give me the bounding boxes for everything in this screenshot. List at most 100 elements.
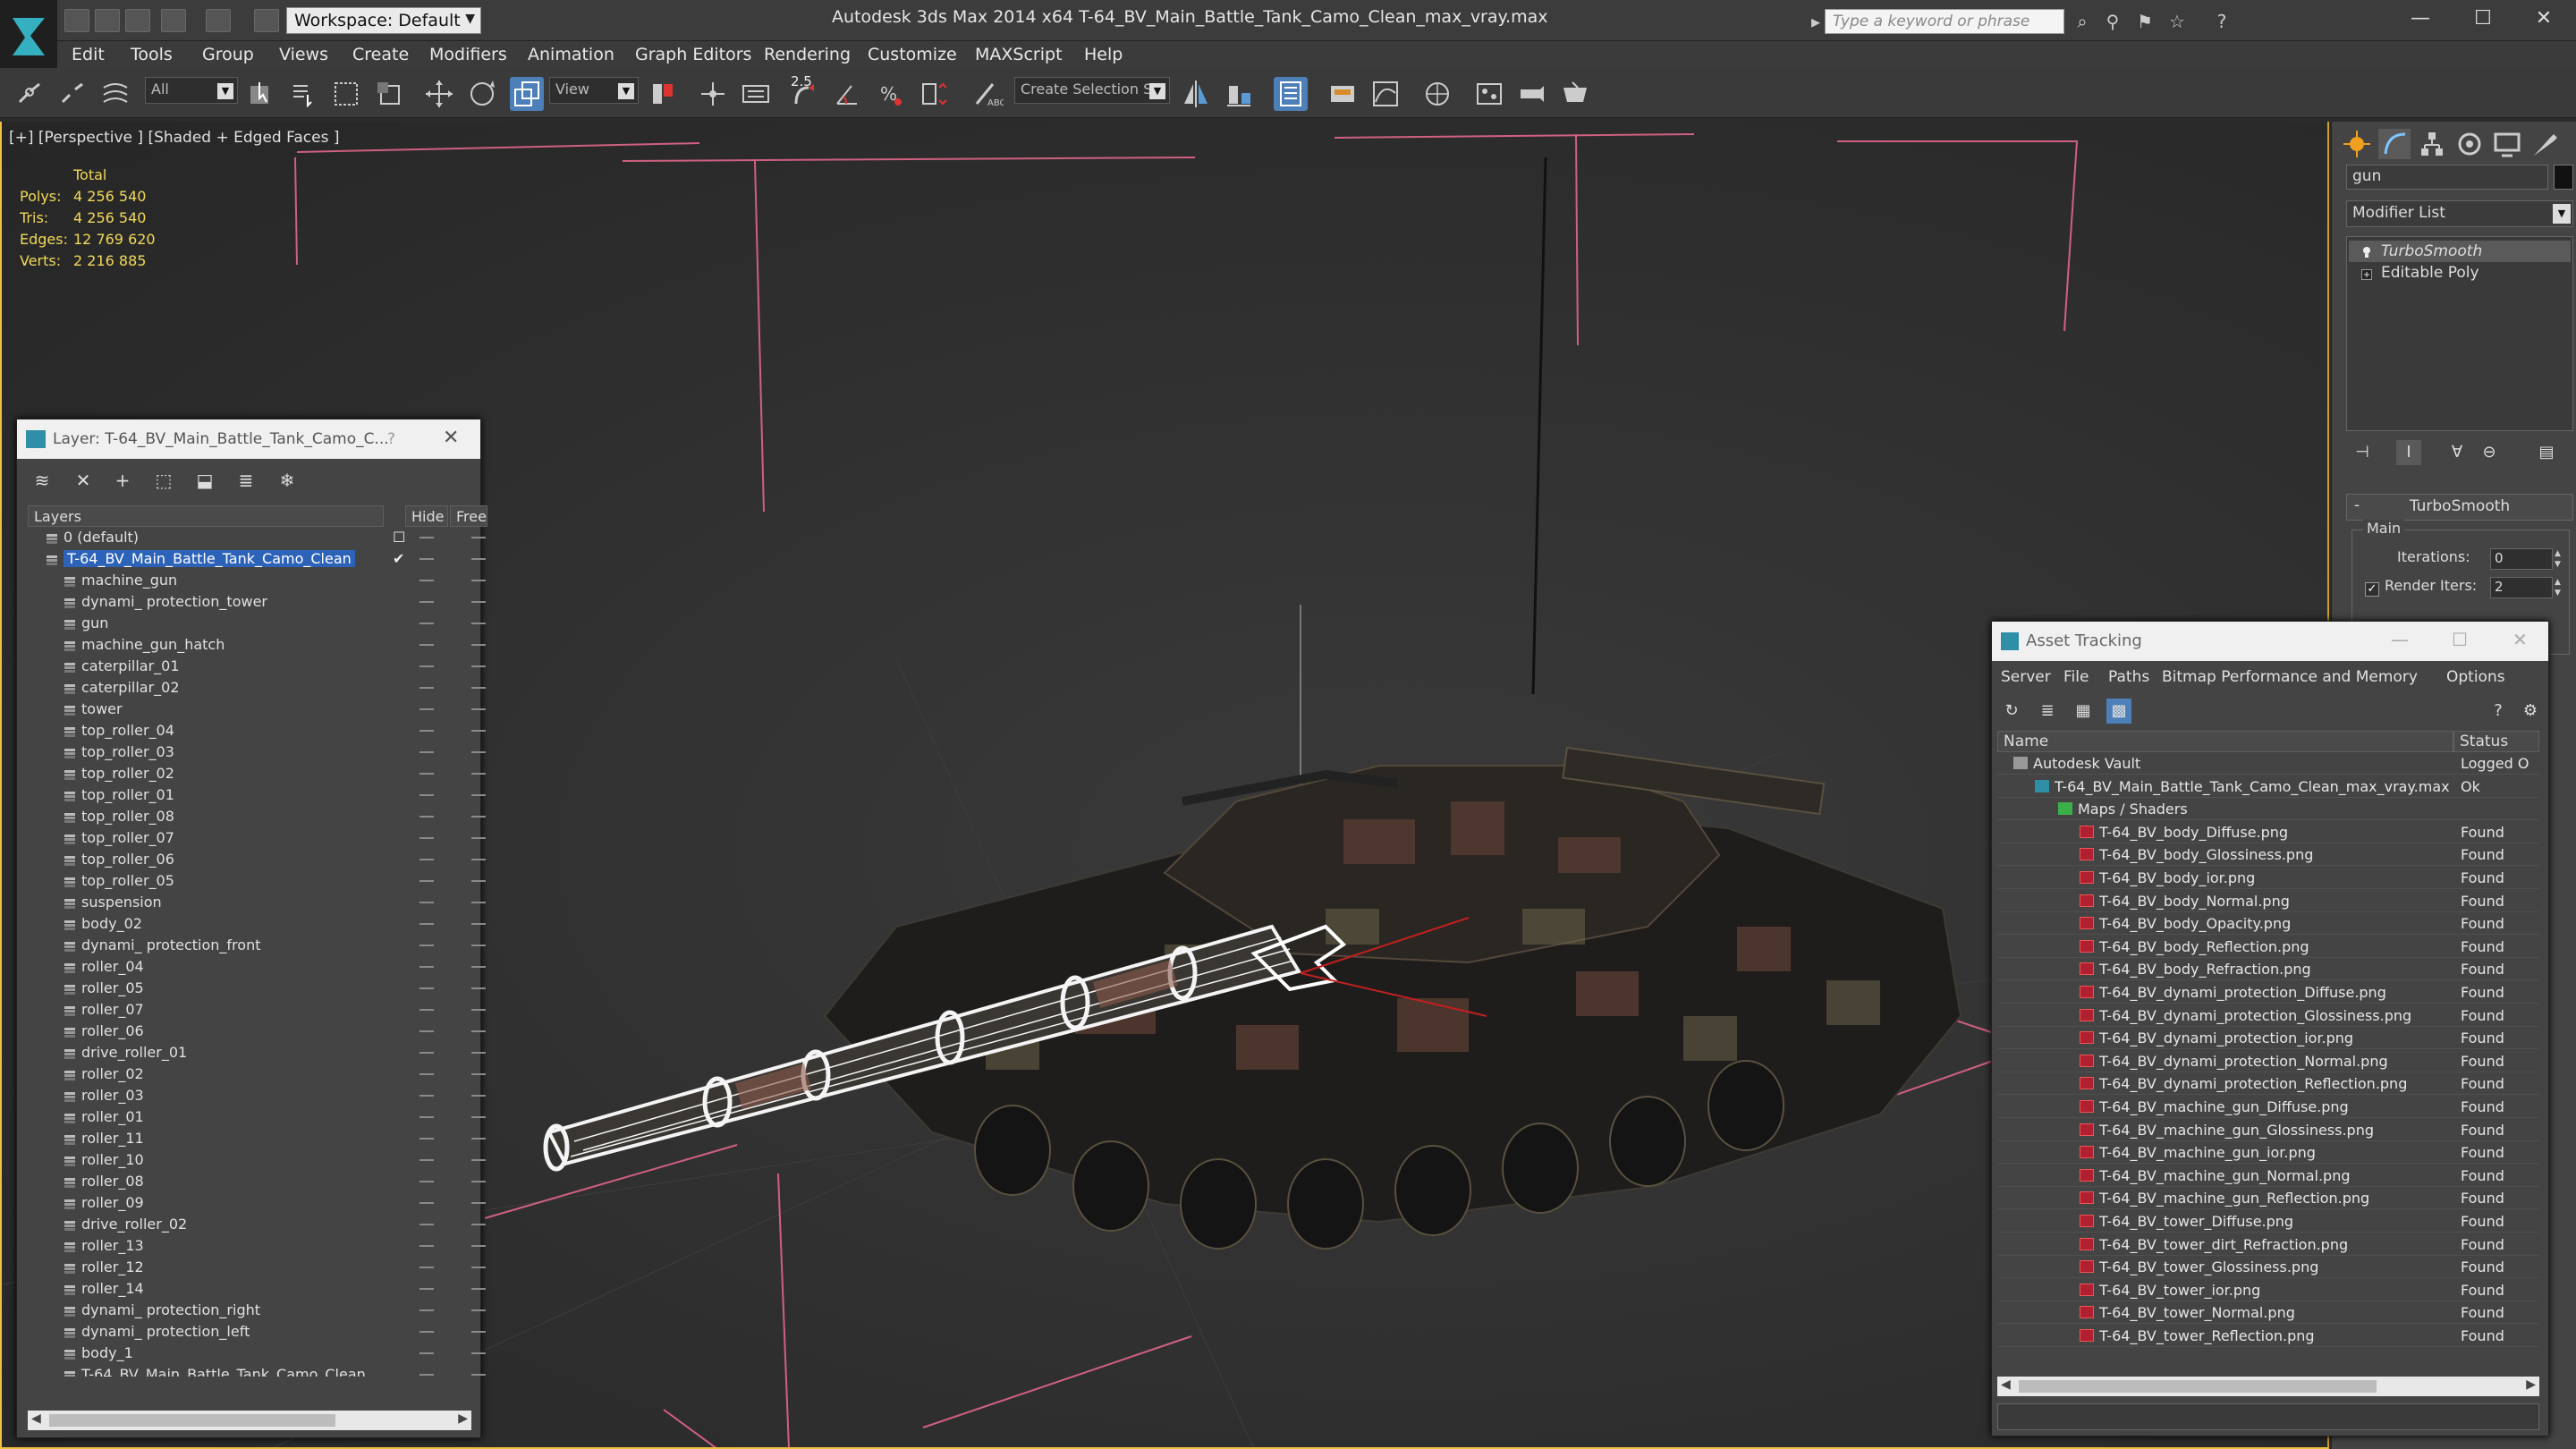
pivot-center-icon[interactable] (646, 77, 680, 111)
menu-animation[interactable]: Animation (528, 45, 614, 64)
grid-view-icon[interactable]: ▩ (2106, 699, 2131, 724)
freeze-toggle[interactable] (471, 1181, 486, 1182)
close-icon[interactable]: ✕ (2512, 629, 2528, 650)
layer-row[interactable]: gun (28, 613, 493, 634)
layer-current-box-icon[interactable]: ☐ (393, 529, 405, 546)
new-file-icon[interactable] (64, 9, 89, 32)
modify-tab-icon[interactable] (2378, 129, 2411, 159)
menu-views[interactable]: Views (279, 45, 328, 64)
hide-toggle[interactable] (419, 1181, 434, 1182)
layer-row[interactable]: dynami_ protection_right (28, 1300, 493, 1321)
freeze-toggle[interactable] (471, 859, 486, 860)
minimize-icon[interactable]: — (2390, 0, 2451, 38)
lightbulb-icon[interactable] (2361, 245, 2372, 258)
freeze-toggle[interactable] (471, 923, 486, 925)
hide-toggle[interactable] (419, 730, 434, 732)
menu-help[interactable]: Help (1084, 45, 1123, 64)
menu-create[interactable]: Create (352, 45, 409, 64)
delete-layer-icon[interactable]: ✕ (71, 468, 96, 493)
make-unique-icon[interactable]: ∀ (2445, 440, 2470, 465)
layer-row[interactable]: roller_01 (28, 1106, 493, 1128)
tank-model[interactable] (823, 746, 1962, 1250)
hide-toggle[interactable] (419, 1095, 434, 1097)
freeze-toggle[interactable] (471, 816, 486, 818)
freeze-toggle[interactable] (471, 966, 486, 968)
scroll-left-icon[interactable]: ◀ (2001, 1377, 2011, 1392)
remove-modifier-icon[interactable]: ⊖ (2477, 440, 2502, 465)
select-by-name-icon[interactable] (286, 77, 320, 111)
freeze-toggle[interactable] (471, 1309, 486, 1311)
hide-toggle[interactable] (419, 1224, 434, 1225)
layer-row[interactable]: drive_roller_02 (28, 1214, 493, 1235)
layer-row[interactable]: dynami_ protection_left (28, 1321, 493, 1343)
project-folder-icon[interactable] (254, 9, 279, 32)
mirror-icon[interactable] (1179, 77, 1213, 111)
rectangular-selection-icon[interactable] (329, 77, 363, 111)
hide-toggle[interactable] (419, 623, 434, 624)
layer-row[interactable]: roller_06 (28, 1021, 493, 1042)
undo-icon[interactable] (161, 9, 186, 32)
freeze-toggle[interactable] (471, 880, 486, 882)
scroll-right-icon[interactable]: ▶ (458, 1411, 468, 1426)
freeze-toggle[interactable] (471, 794, 486, 796)
hide-toggle[interactable] (419, 966, 434, 968)
hide-toggle[interactable] (419, 665, 434, 667)
communication-icon[interactable]: ⚑ (2134, 11, 2156, 32)
hide-toggle[interactable] (419, 816, 434, 818)
layer-panel-titlebar[interactable]: Layer: T-64_BV_Main_Battle_Tank_Camo_C..… (17, 419, 480, 459)
at-menu-bitmap-performance[interactable]: Bitmap Performance and Memory (2162, 668, 2418, 686)
hide-toggle[interactable] (419, 537, 434, 538)
hide-toggle[interactable] (419, 880, 434, 882)
highlight-selected-icon[interactable]: ⬓ (192, 468, 217, 493)
asset-row[interactable]: T-64_BV_body_Opacity.png Found (1997, 912, 2539, 936)
col-layers[interactable]: Layers (28, 505, 384, 527)
asset-row[interactable]: T-64_BV_body_Glossiness.png Found (1997, 843, 2539, 867)
at-menu-options[interactable]: Options (2446, 668, 2505, 686)
freeze-toggle[interactable] (471, 601, 486, 603)
help-icon[interactable]: ? (2211, 11, 2233, 32)
freeze-toggle[interactable] (471, 1009, 486, 1011)
hide-toggle[interactable] (419, 1309, 434, 1311)
hide-toggle[interactable] (419, 837, 434, 839)
hide-toggle[interactable] (419, 1073, 434, 1075)
hide-toggle[interactable] (419, 1288, 434, 1290)
turbosmooth-rollout-header[interactable]: - TurboSmooth (2346, 494, 2573, 521)
layer-row[interactable]: tower (28, 699, 493, 720)
at-menu-server[interactable]: Server (2001, 668, 2051, 686)
select-and-move-icon[interactable] (422, 77, 456, 111)
layer-row[interactable]: roller_07 (28, 999, 493, 1021)
asset-horizontal-scrollbar[interactable]: ◀ ▶ (1997, 1377, 2539, 1396)
hide-toggle[interactable] (419, 945, 434, 946)
freeze-toggle[interactable] (471, 1073, 486, 1075)
asset-path-field[interactable] (1997, 1403, 2539, 1430)
asset-row[interactable]: T-64_BV_body_Normal.png Found (1997, 890, 2539, 912)
asset-row[interactable]: T-64_BV_tower_ior.png Found (1997, 1279, 2539, 1301)
minimize-icon[interactable]: — (2391, 629, 2409, 650)
freeze-toggle[interactable] (471, 837, 486, 839)
toggle-ribbon-icon[interactable] (1326, 77, 1360, 111)
asset-row[interactable]: T-64_BV_machine_gun_Glossiness.png Found (1997, 1119, 2539, 1141)
material-editor-icon[interactable] (1472, 77, 1506, 111)
scroll-left-icon[interactable]: ◀ (31, 1411, 41, 1426)
layer-row[interactable]: roller_12 (28, 1257, 493, 1278)
close-icon[interactable]: ✕ (2513, 0, 2574, 38)
layer-row[interactable]: roller_08 (28, 1171, 493, 1192)
open-file-icon[interactable] (95, 9, 120, 32)
search-input[interactable]: Type a keyword or phrase (1825, 9, 2064, 34)
freeze-toggle[interactable] (471, 730, 486, 732)
freeze-toggle[interactable] (471, 1159, 486, 1161)
layer-horizontal-scrollbar[interactable]: ◀ ▶ (28, 1411, 471, 1430)
asset-row[interactable]: T-64_BV_dynami_protection_Normal.png Foun… (1997, 1050, 2539, 1072)
freeze-toggle[interactable] (471, 1030, 486, 1032)
freeze-toggle[interactable] (471, 1202, 486, 1204)
subscription-icon[interactable]: ⚲ (2102, 11, 2123, 32)
render-iters-spinner[interactable]: ▲ ▼ (2555, 577, 2565, 598)
align-icon[interactable] (1222, 77, 1256, 111)
freeze-toggle[interactable] (471, 1116, 486, 1118)
hide-toggle[interactable] (419, 923, 434, 925)
freeze-toggle[interactable] (471, 945, 486, 946)
hide-toggle[interactable] (419, 1052, 434, 1054)
hide-toggle[interactable] (419, 1245, 434, 1247)
asset-row[interactable]: T-64_BV_body_Refraction.png Found (1997, 958, 2539, 981)
binoculars-icon[interactable]: ⌕ (2072, 11, 2093, 32)
